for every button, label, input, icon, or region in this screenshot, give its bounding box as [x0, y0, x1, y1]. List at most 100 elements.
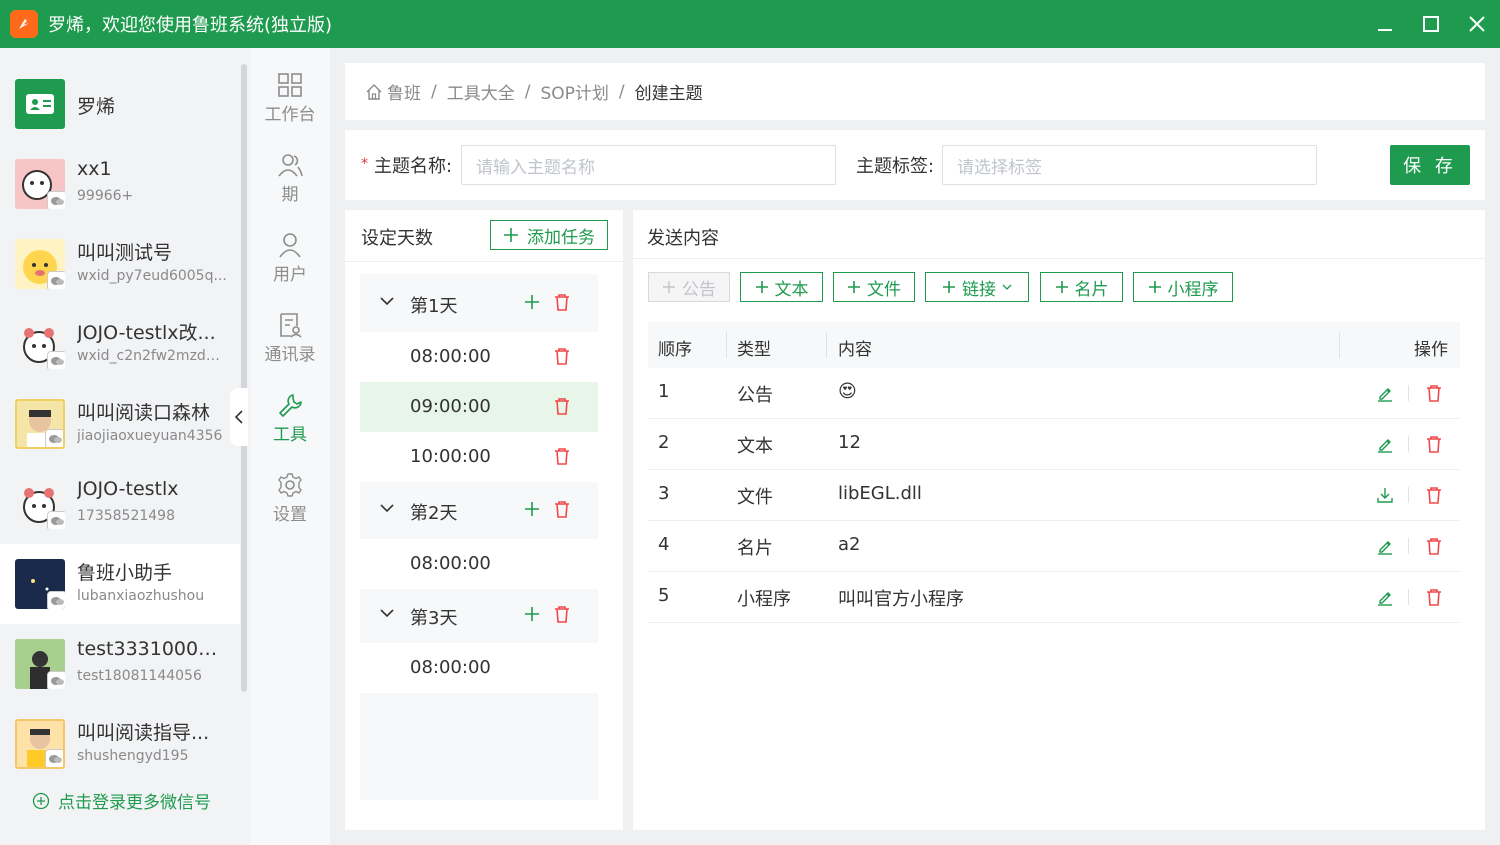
download-icon[interactable]: [1376, 486, 1394, 504]
add-task-label: 添加任务: [527, 227, 595, 248]
column-header-order: 顺序: [658, 340, 692, 360]
time-label: 08:00:00: [410, 346, 491, 367]
topic-form: * 主题名称: 请输入主题名称 主题标签: 请选择标签 保 存: [345, 130, 1485, 200]
title-bar: 罗烯，欢迎您使用鲁班系统(独立版): [0, 0, 1500, 48]
nav-item-settings[interactable]: 设置: [250, 448, 330, 528]
account-item[interactable]: JOJO-testlx改... wxid_c2n2fw2mzd0...: [0, 304, 240, 384]
breadcrumb-home[interactable]: 鲁班: [387, 79, 421, 104]
edit-icon[interactable]: [1376, 435, 1394, 453]
nav-label: 设置: [273, 505, 307, 525]
nav-item-users[interactable]: 用户: [250, 208, 330, 288]
user-icon: [279, 233, 301, 258]
delete-icon[interactable]: [1426, 588, 1442, 606]
avatar: [15, 239, 65, 289]
add-time-icon[interactable]: [524, 606, 540, 622]
breadcrumb-sop[interactable]: SOP计划: [540, 79, 608, 104]
account-item[interactable]: 叫叫阅读口森林 jiaojiaoxueyuan4356: [0, 384, 240, 464]
add-task-button[interactable]: 添加任务: [490, 220, 608, 250]
add-time-icon[interactable]: [524, 501, 540, 517]
login-more-wechat-link[interactable]: 点击登录更多微信号: [32, 788, 211, 813]
delete-icon[interactable]: [1426, 384, 1442, 402]
day-group-header[interactable]: 第3天: [360, 590, 598, 640]
time-row[interactable]: 09:00:00: [360, 382, 598, 432]
account-item[interactable]: 叫叫阅读指导... shushengyd195: [0, 704, 240, 784]
account-list-scrollbar[interactable]: [241, 64, 247, 692]
delete-icon[interactable]: [554, 447, 570, 465]
account-item[interactable]: 叫叫测试号 wxid_py7eud6005q...: [0, 224, 240, 304]
nav-item-contacts[interactable]: 通讯录: [250, 288, 330, 368]
wechat-icon: [45, 749, 63, 767]
wechat-icon: [47, 351, 65, 369]
topic-name-placeholder: 请输入主题名称: [476, 157, 595, 178]
day-group-header[interactable]: 第1天: [360, 278, 598, 328]
plus-icon: [1148, 281, 1161, 293]
account-item[interactable]: xx1 99966+: [0, 144, 240, 224]
edit-icon[interactable]: [1376, 588, 1394, 606]
maximize-icon: [1423, 16, 1439, 32]
delete-icon[interactable]: [1426, 537, 1442, 555]
avatar: [15, 559, 65, 609]
add-card-button[interactable]: 名片: [1040, 272, 1123, 302]
divider: [345, 261, 623, 262]
topic-name-input[interactable]: 请输入主题名称: [461, 145, 836, 185]
add-link-dropdown[interactable]: 链接: [925, 272, 1029, 302]
delete-icon[interactable]: [554, 293, 570, 311]
account-item[interactable]: test33310000... test18081144056: [0, 624, 240, 704]
account-id: test18081144056: [77, 668, 202, 684]
row-order: 4: [658, 534, 670, 555]
add-notice-button[interactable]: 公告: [648, 272, 730, 302]
breadcrumb-tools[interactable]: 工具大全: [447, 79, 515, 104]
time-row[interactable]: 08:00:00: [360, 643, 598, 693]
account-item[interactable]: JOJO-testlx 17358521498: [0, 464, 240, 544]
delete-icon[interactable]: [554, 500, 570, 518]
nav-item-tools[interactable]: 工具: [250, 368, 330, 448]
day-group-header[interactable]: 第2天: [360, 485, 598, 535]
account-name: 叫叫阅读指导...: [77, 722, 210, 744]
account-item[interactable]: 罗烯: [0, 64, 240, 144]
table-row: 4 名片 a2: [648, 521, 1460, 572]
column-separator: [1339, 332, 1340, 358]
account-id: jiaojiaoxueyuan4356: [77, 428, 223, 444]
row-type: 公告: [737, 385, 773, 406]
app-logo-icon: [10, 10, 38, 38]
maximize-button[interactable]: [1408, 0, 1454, 48]
row-content: 叫叫官方小程序: [838, 589, 964, 610]
add-file-button[interactable]: 文件: [833, 272, 915, 302]
time-row[interactable]: 10:00:00: [360, 432, 598, 482]
edit-icon[interactable]: [1376, 384, 1394, 402]
close-button[interactable]: [1454, 0, 1500, 48]
save-button[interactable]: 保 存: [1390, 145, 1470, 185]
plus-icon: [663, 281, 675, 293]
edit-icon[interactable]: [1376, 537, 1394, 555]
account-name: 鲁班小助手: [77, 562, 173, 584]
add-time-icon[interactable]: [524, 294, 540, 310]
days-panel: 设定天数 添加任务 第1天 08:00:00 09:00:00 10:00:00…: [345, 210, 623, 830]
add-text-button[interactable]: 文本: [740, 272, 823, 302]
column-separator: [726, 332, 727, 358]
minimize-icon: [1378, 29, 1392, 31]
time-row[interactable]: 08:00:00: [360, 539, 598, 589]
delete-icon[interactable]: [1426, 435, 1442, 453]
wechat-icon: [47, 271, 65, 289]
chevron-down-icon: [380, 297, 394, 306]
day-label: 第3天: [410, 608, 458, 629]
delete-icon[interactable]: [554, 397, 570, 415]
row-order: 3: [658, 483, 670, 504]
topic-tag-select[interactable]: 请选择标签: [942, 145, 1317, 185]
table-row: 1 公告 😍: [648, 368, 1460, 419]
delete-icon[interactable]: [554, 347, 570, 365]
delete-icon[interactable]: [1426, 486, 1442, 504]
nav-item-workbench[interactable]: 工作台: [250, 48, 330, 128]
nav-label: 期: [281, 185, 299, 205]
collapse-sidebar-button[interactable]: [230, 388, 248, 446]
send-content-panel: 发送内容 公告 文本 文件 链接 名片 小程序 顺序 类型 内容 操作 1 公告…: [633, 210, 1485, 830]
time-row[interactable]: 08:00:00: [360, 332, 598, 382]
breadcrumb-separator: /: [524, 81, 531, 102]
minimize-button[interactable]: [1362, 0, 1408, 48]
account-id: wxid_py7eud6005q...: [77, 268, 227, 284]
account-id: wxid_c2n2fw2mzd0...: [77, 348, 227, 364]
add-miniprogram-button[interactable]: 小程序: [1133, 272, 1233, 302]
delete-icon[interactable]: [554, 605, 570, 623]
account-item[interactable]: 鲁班小助手 lubanxiaozhushou: [0, 544, 240, 624]
nav-item-period[interactable]: 期: [250, 128, 330, 208]
